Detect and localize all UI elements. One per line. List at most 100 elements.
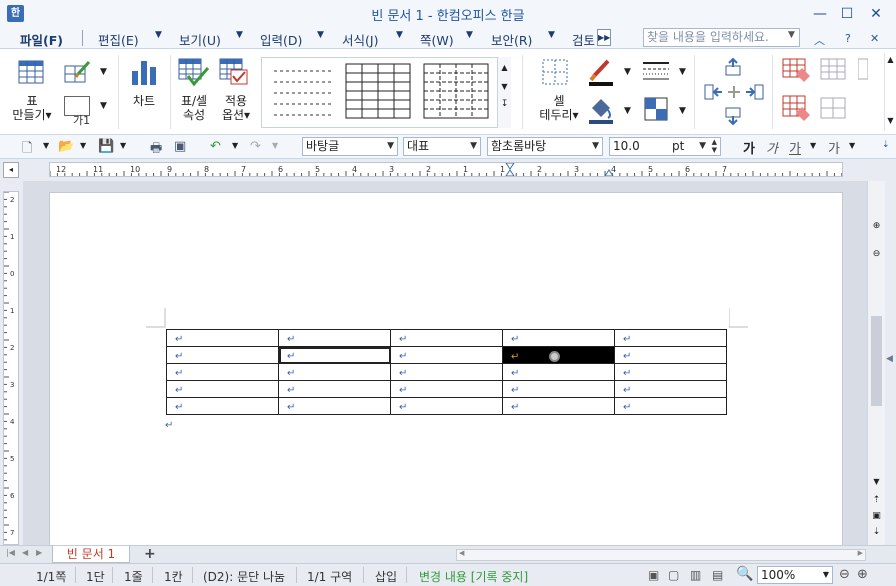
zoom-select[interactable]: 100% ▼ [757,566,833,584]
table-cell[interactable]: ↵ [502,380,615,398]
horizontal-ruler[interactable]: 12 11 10 9 8 7 6 5 4 3 2 1 1 2 3 4 5 6 7 [49,162,843,177]
table-cell[interactable]: ↵ [166,380,279,398]
underline-button[interactable]: 가 [789,138,801,157]
menu-security[interactable]: 보안(R) [491,30,532,49]
table-cell[interactable]: ↵ [278,346,391,364]
ribbon-scroll[interactable]: ▲ ▼ [884,53,896,131]
tab-first-icon[interactable]: |◀ [6,548,15,557]
cell-fill-pattern-icon[interactable] [644,97,668,121]
search-input[interactable]: 찾을 내용을 입력하세요. [643,28,800,47]
menu-insert[interactable]: 입력(D) [260,30,302,49]
ribbon-scroll-down-icon[interactable]: ▼ [885,116,896,125]
zoom-icon[interactable]: 🔍 [736,566,753,582]
next-page-icon[interactable]: ⇣ [870,527,883,540]
indent-marker-icon[interactable] [505,163,515,176]
table-cell[interactable]: ↵ [502,346,615,364]
font-size-stepper-icon[interactable]: ▲ ▼ [712,138,717,154]
document-tab[interactable]: 빈 문서 1 [52,546,130,563]
add-tab-button[interactable]: + [144,546,156,562]
table-cell[interactable]: ↵ [614,363,727,381]
table-cell[interactable]: ↵ [166,363,279,381]
table-draw-icon[interactable] [64,60,92,84]
table-cell[interactable]: ↵ [614,397,727,415]
help-icon[interactable]: ? [845,32,851,45]
zoom-in-icon[interactable]: ⊕ [857,567,868,582]
insert-left-right-icon[interactable] [704,83,764,101]
menu-edit-caret-icon[interactable]: ▼ [155,30,162,40]
table-cell[interactable]: ↵ [166,397,279,415]
table-props-icon[interactable] [178,58,210,88]
merge-cells-icon[interactable] [820,58,846,80]
table-cell[interactable]: ↵ [390,397,503,415]
font-size-input[interactable]: 10.0 pt ▼ ▲ ▼ [609,137,721,156]
chart-label[interactable]: 차트 [124,94,164,108]
table-props-label[interactable]: 표/셀 속성 [174,94,214,122]
menu-review[interactable]: 검토 [572,30,595,49]
menu-view[interactable]: 보기(U) [179,30,221,49]
menu-page[interactable]: 쪽(W) [420,30,454,49]
redo-caret-icon[interactable]: ▼ [272,141,278,150]
table-make-icon[interactable] [18,60,44,84]
strike-caret-icon[interactable]: ▼ [849,141,855,150]
table-style-gallery[interactable] [261,57,511,128]
table-cell[interactable]: ↵ [166,329,279,347]
hscroll-right-icon[interactable]: ▶ [858,549,863,557]
strike-button[interactable]: 가 [828,138,840,157]
vertical-scrollbar[interactable]: ⊕ ⊖ ▼ ⇡ ▣ ⇣ [867,181,885,545]
search-dropdown-icon[interactable]: ▼ [788,30,795,40]
menu-view-caret-icon[interactable]: ▼ [236,30,243,40]
border-line-style-icon[interactable] [642,60,670,82]
undo-icon[interactable]: ↶ [210,139,221,154]
split-cells-icon[interactable] [820,97,846,119]
gallery-up-icon[interactable]: ▲ [498,63,511,72]
gallery-scrollbar[interactable]: ▲ ▼ ↧ [497,57,511,128]
ribbon-close-icon[interactable]: ✕ [870,32,879,45]
table-cell[interactable]: ↵ [390,329,503,347]
ribbon-scroll-up-icon[interactable]: ▲ [885,55,896,64]
table-cell[interactable]: ↵ [278,363,391,381]
scroll-zoom-in-icon[interactable]: ⊕ [870,221,883,235]
italic-button[interactable]: 가 [766,138,778,157]
table-cell[interactable]: ↵ [502,329,615,347]
apply-options-icon[interactable] [219,58,251,88]
menu-file[interactable]: 파일(F) [20,30,63,49]
table-cell[interactable]: ↵ [278,397,391,415]
new-document-icon[interactable]: 🗋 [22,139,32,161]
horizontal-scrollbar[interactable]: ◀ ▶ [456,549,866,561]
cell-fill-caret-icon[interactable]: ▼ [679,106,686,116]
prev-page-icon[interactable]: ⇡ [870,495,883,508]
print-preview-icon[interactable]: ▣ [174,139,186,154]
redo-icon[interactable]: ↷ [250,139,261,154]
more-menu-icon[interactable]: ▶▶ [597,29,611,46]
cell-border-label[interactable]: 셀 테두리▾ [534,94,584,122]
table-cell[interactable]: ↵ [614,380,727,398]
table-cell[interactable]: ↵ [390,380,503,398]
view-normal-icon[interactable]: ▣ [648,568,659,582]
new-caret-icon[interactable]: ▼ [43,141,49,150]
open-caret-icon[interactable]: ▼ [80,141,86,150]
fill-color-caret-icon[interactable]: ▼ [624,106,631,116]
page-icon[interactable]: ▣ [870,511,883,524]
apply-options-label[interactable]: 적용 옵션▾ [215,94,257,122]
side-panel-toggle[interactable]: ◀ [885,159,896,545]
minimize-button[interactable]: — [806,3,834,25]
table-cell[interactable]: ↵ [278,380,391,398]
table-draw-caret-icon[interactable]: ▼ [100,67,107,77]
close-button[interactable]: ✕ [862,3,890,25]
table-cell[interactable]: ↵ [166,346,279,364]
gallery-down-icon[interactable]: ▼ [498,82,511,91]
menu-insert-caret-icon[interactable]: ▼ [317,30,324,40]
undo-caret-icon[interactable]: ▼ [232,141,238,150]
table-cell[interactable]: ↵ [278,329,391,347]
vertical-ruler[interactable]: 2 1 0 1 2 3 4 5 6 7 [3,191,19,545]
open-folder-icon[interactable]: 📂 [58,139,74,154]
insert-below-icon[interactable] [724,107,742,126]
scroll-zoom-out-icon[interactable]: ⊖ [870,249,883,263]
delete-column-icon[interactable] [782,95,810,123]
zoom-out-icon[interactable]: ⊖ [839,567,850,582]
table-make-label[interactable]: 표 만들기▾ [8,94,56,122]
hscroll-left-icon[interactable]: ◀ [459,549,464,557]
view-outline-icon[interactable]: ▤ [712,568,723,582]
status-page[interactable]: 1/1쪽 [36,568,66,585]
status-track-changes[interactable]: 변경 내용 [기록 중지] [419,568,528,585]
